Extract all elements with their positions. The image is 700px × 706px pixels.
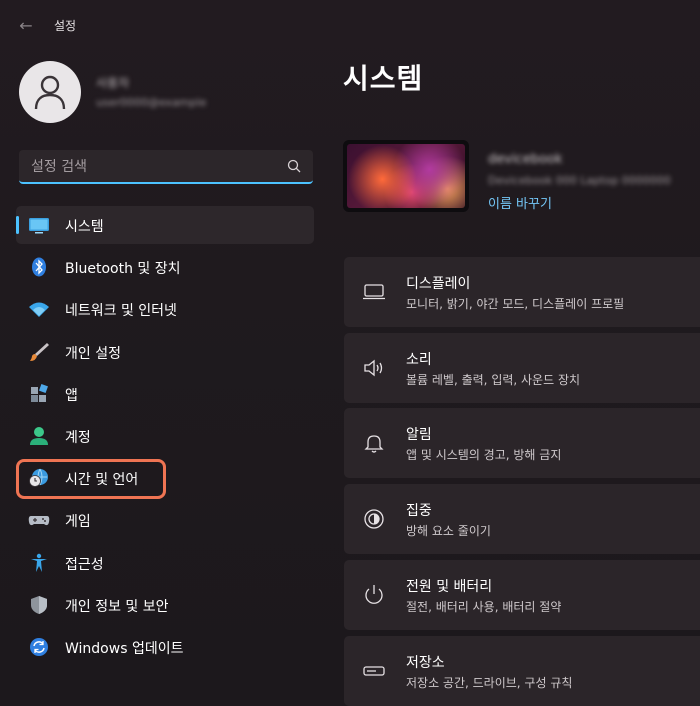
card-title: 디스플레이 bbox=[406, 276, 471, 292]
sidebar-item-system[interactable]: 시스템 bbox=[16, 206, 314, 244]
person-icon bbox=[34, 75, 66, 110]
profile-email-blurred: user0000@example bbox=[96, 96, 207, 109]
search-icon[interactable] bbox=[287, 159, 301, 173]
device-thumbnail bbox=[343, 140, 469, 212]
update-icon bbox=[30, 637, 48, 656]
shield-icon bbox=[31, 595, 47, 614]
card-display[interactable]: 디스플레이 모니터, 밝기, 야간 모드, 디스플레이 프로필 bbox=[344, 257, 700, 327]
storage-icon bbox=[363, 666, 385, 676]
card-title: 전원 및 배터리 bbox=[406, 579, 493, 595]
device-name-blurred: devicebook bbox=[488, 152, 563, 167]
apps-icon bbox=[31, 383, 48, 402]
sidebar-item-label: 앱 bbox=[65, 387, 78, 404]
sidebar-item-personalization[interactable]: 개인 설정 bbox=[16, 333, 314, 371]
card-power-battery[interactable]: 전원 및 배터리 절전, 배터리 사용, 배터리 절약 bbox=[344, 560, 700, 630]
sidebar-nav: 시스템 Bluetooth 및 장치 네트워크 및 인터넷 개인 설정 앱 계정… bbox=[16, 206, 314, 670]
sidebar-item-label: 게임 bbox=[65, 514, 91, 531]
sidebar-item-label: 개인 설정 bbox=[65, 345, 121, 362]
gamepad-icon bbox=[28, 516, 50, 526]
power-icon bbox=[365, 585, 383, 604]
card-subtitle: 저장소 공간, 드라이브, 구성 규칙 bbox=[406, 676, 573, 690]
wallpaper-image bbox=[347, 144, 465, 208]
sidebar-item-label: 계정 bbox=[65, 429, 91, 446]
card-title: 저장소 bbox=[406, 655, 445, 671]
wifi-icon bbox=[29, 302, 49, 318]
title-bar: ← 설정 bbox=[0, 0, 700, 50]
card-title: 집중 bbox=[406, 503, 432, 519]
sidebar-item-time-language[interactable]: 시간 및 언어 bbox=[16, 459, 314, 497]
accessibility-icon bbox=[31, 553, 47, 572]
card-subtitle: 절전, 배터리 사용, 배터리 절약 bbox=[406, 600, 562, 614]
bell-icon bbox=[364, 435, 384, 453]
sidebar-item-network[interactable]: 네트워크 및 인터넷 bbox=[16, 290, 314, 328]
speaker-icon bbox=[364, 359, 383, 377]
settings-window: ← 설정 사용자 user0000@example 시스템 bbox=[0, 0, 700, 706]
sidebar-item-label: Windows 업데이트 bbox=[65, 640, 184, 657]
account-icon bbox=[30, 426, 48, 445]
profile-name-blurred: 사용자 bbox=[96, 76, 130, 90]
avatar[interactable] bbox=[19, 61, 81, 123]
card-subtitle: 모니터, 밝기, 야간 모드, 디스플레이 프로필 bbox=[406, 297, 625, 311]
active-indicator bbox=[16, 216, 19, 234]
page-title: 시스템 bbox=[343, 62, 424, 95]
card-notifications[interactable]: 알림 앱 및 시스템의 경고, 방해 금지 bbox=[344, 408, 700, 478]
card-storage[interactable]: 저장소 저장소 공간, 드라이브, 구성 규칙 bbox=[344, 636, 700, 706]
sidebar-item-privacy[interactable]: 개인 정보 및 보안 bbox=[16, 586, 314, 624]
sidebar-item-label: 시스템 bbox=[65, 219, 104, 235]
sidebar-item-bluetooth[interactable]: Bluetooth 및 장치 bbox=[16, 248, 314, 286]
card-subtitle: 앱 및 시스템의 경고, 방해 금지 bbox=[406, 448, 562, 462]
sidebar-item-label: 접근성 bbox=[65, 556, 104, 573]
focus-icon bbox=[364, 509, 384, 529]
app-title: 설정 bbox=[54, 19, 77, 33]
sidebar-item-label: Bluetooth 및 장치 bbox=[65, 261, 181, 278]
search-box bbox=[19, 150, 313, 184]
sidebar-item-windows-update[interactable]: Windows 업데이트 bbox=[16, 628, 314, 666]
display-icon bbox=[363, 284, 385, 300]
sidebar-item-gaming[interactable]: 게임 bbox=[16, 501, 314, 539]
sidebar-item-label: 개인 정보 및 보안 bbox=[65, 598, 169, 615]
brush-icon bbox=[30, 342, 49, 361]
sidebar-item-accounts[interactable]: 계정 bbox=[16, 417, 314, 455]
search-input[interactable] bbox=[29, 150, 283, 184]
globe-clock-icon bbox=[29, 468, 48, 488]
back-arrow-icon[interactable]: ← bbox=[14, 15, 38, 37]
card-title: 소리 bbox=[406, 352, 432, 368]
sidebar-item-apps[interactable]: 앱 bbox=[16, 375, 314, 413]
card-subtitle: 방해 요소 줄이기 bbox=[406, 524, 491, 538]
card-focus[interactable]: 집중 방해 요소 줄이기 bbox=[344, 484, 700, 554]
bluetooth-icon bbox=[32, 257, 46, 277]
rename-link[interactable]: 이름 바꾸기 bbox=[488, 193, 552, 212]
card-subtitle: 볼륨 레벨, 출력, 입력, 사운드 장치 bbox=[406, 373, 581, 387]
monitor-icon bbox=[29, 218, 49, 234]
card-sound[interactable]: 소리 볼륨 레벨, 출력, 입력, 사운드 장치 bbox=[344, 333, 700, 403]
device-model-blurred: Devicebook 000 Laptop 0000000 bbox=[488, 174, 671, 187]
card-title: 알림 bbox=[406, 427, 432, 443]
sidebar-item-label: 시간 및 언어 bbox=[65, 472, 139, 489]
sidebar-item-accessibility[interactable]: 접근성 bbox=[16, 544, 314, 582]
sidebar-item-label: 네트워크 및 인터넷 bbox=[65, 303, 177, 320]
